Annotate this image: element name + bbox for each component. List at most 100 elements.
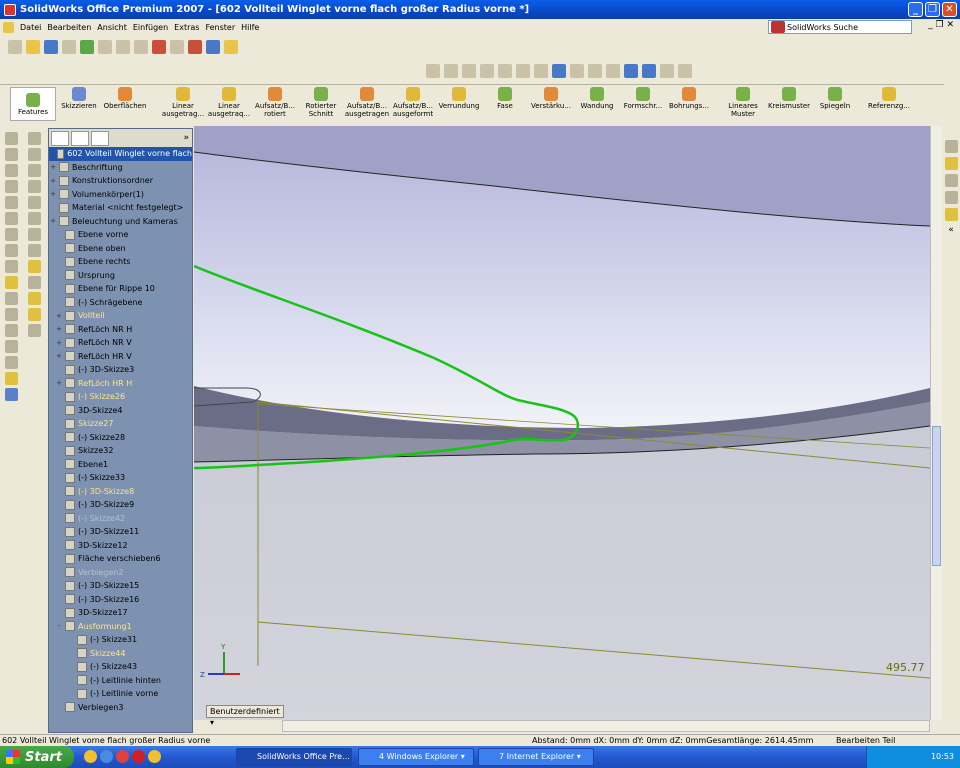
tree-item[interactable]: Material <nicht festgelegt> bbox=[49, 201, 192, 215]
section-view-icon[interactable] bbox=[660, 64, 674, 78]
zoom-fit-icon[interactable] bbox=[426, 64, 440, 78]
close-button[interactable]: ✕ bbox=[942, 2, 957, 17]
hidden-lines-visible-icon[interactable] bbox=[588, 64, 602, 78]
tool-chamfer[interactable]: Fase bbox=[482, 87, 528, 110]
tool-rib[interactable]: Verstärku... bbox=[528, 87, 574, 110]
tree-item[interactable]: + Volumenkörper(1) bbox=[49, 188, 192, 202]
hidden-lines-removed-icon[interactable] bbox=[606, 64, 620, 78]
tool-shell[interactable]: Wandung bbox=[574, 87, 620, 110]
instant3d-icon[interactable] bbox=[27, 324, 41, 337]
tab-features[interactable]: Features bbox=[10, 87, 56, 121]
tree-item[interactable]: + Beleuchtung und Kameras bbox=[49, 215, 192, 229]
graphics-area[interactable]: 495.77 Y Z bbox=[194, 126, 930, 720]
loft-small-icon[interactable] bbox=[27, 180, 41, 193]
redo-icon[interactable] bbox=[116, 40, 130, 54]
tree-item[interactable]: + RefLöch NR V bbox=[49, 336, 192, 350]
restore-button[interactable]: ❐ bbox=[925, 2, 940, 17]
collapse-pane-icon[interactable]: « bbox=[948, 225, 954, 235]
tree-item[interactable]: + Beschriftung bbox=[49, 161, 192, 175]
tool-fillet[interactable]: Verrundung bbox=[436, 87, 482, 110]
tool-linear-cut[interactable]: Linear ausgetraq... bbox=[206, 87, 252, 118]
roll-icon[interactable] bbox=[534, 64, 548, 78]
tree-item[interactable]: (-) Schrägebene bbox=[49, 296, 192, 310]
offset-icon[interactable] bbox=[4, 308, 18, 321]
tool-hole[interactable]: Bohrungs... bbox=[666, 87, 712, 110]
tree-item[interactable]: - Ausformung1 bbox=[49, 620, 192, 634]
expand-panel-icon[interactable]: » bbox=[183, 133, 189, 143]
tree-item[interactable]: Verbiegen3 bbox=[49, 701, 192, 715]
tree-expander-icon[interactable]: + bbox=[49, 177, 57, 185]
tree-item[interactable]: Ursprung bbox=[49, 269, 192, 283]
start-button[interactable]: Start bbox=[0, 746, 74, 768]
circle-icon[interactable] bbox=[4, 180, 18, 193]
tool-sweep[interactable]: Aufsatz/B... ausgetragen bbox=[344, 87, 390, 118]
tree-item[interactable]: + Konstruktionsordner bbox=[49, 174, 192, 188]
revolve-small-icon[interactable] bbox=[27, 148, 41, 161]
tree-item[interactable]: 3D-Skizze12 bbox=[49, 539, 192, 553]
clock[interactable]: 10:53 bbox=[931, 752, 954, 761]
featuremanager-tab-icon[interactable] bbox=[51, 130, 69, 146]
tool-revolve[interactable]: Aufsatz/B... rotiert bbox=[252, 87, 298, 118]
tree-item[interactable]: (-) 3D-Skizze3 bbox=[49, 363, 192, 377]
tree-expander-icon[interactable]: + bbox=[55, 379, 63, 387]
tree-expander-icon[interactable]: + bbox=[55, 339, 63, 347]
view-palette-icon[interactable] bbox=[944, 208, 958, 221]
menu-fenster[interactable]: Fenster bbox=[202, 23, 238, 32]
tree-item[interactable]: (-) Skizze43 bbox=[49, 660, 192, 674]
point-icon[interactable] bbox=[4, 228, 18, 241]
solidworks-search[interactable]: SolidWorks Suche bbox=[768, 20, 912, 34]
select-icon[interactable] bbox=[134, 40, 148, 54]
tree-item[interactable]: (-) 3D-Skizze16 bbox=[49, 593, 192, 607]
color-icon[interactable] bbox=[4, 388, 18, 401]
part-icon[interactable] bbox=[188, 40, 202, 54]
tree-expander-icon[interactable]: + bbox=[49, 163, 57, 171]
horizontal-scrollbar[interactable] bbox=[282, 720, 930, 732]
file-explorer-icon[interactable] bbox=[944, 174, 958, 187]
tree-item[interactable]: + RefLöch HR H bbox=[49, 377, 192, 391]
tree-expander-icon[interactable]: + bbox=[49, 217, 57, 225]
menu-hilfe[interactable]: Hilfe bbox=[238, 23, 262, 32]
task-internet-explorer[interactable]: 7 Internet Explorer ▾ bbox=[478, 748, 594, 766]
tree-item[interactable]: Fläche verschieben6 bbox=[49, 552, 192, 566]
pan-icon[interactable] bbox=[516, 64, 530, 78]
spline-icon[interactable] bbox=[4, 212, 18, 225]
tree-item[interactable]: 602 Vollteil Winglet vorne flach bbox=[49, 147, 192, 161]
properties-icon[interactable] bbox=[170, 40, 184, 54]
tree-expander-icon[interactable]: + bbox=[55, 325, 63, 333]
rectangle-icon[interactable] bbox=[4, 164, 18, 177]
quicklaunch-ie-icon[interactable] bbox=[84, 750, 97, 763]
doc-window-buttons[interactable]: _ ❐ ✕ bbox=[928, 20, 954, 30]
tree-item[interactable]: Ebene vorne bbox=[49, 228, 192, 242]
menu-extras[interactable]: Extras bbox=[171, 23, 202, 32]
convert-entities-icon[interactable] bbox=[4, 340, 18, 353]
search-pane-icon[interactable] bbox=[944, 191, 958, 204]
quicklaunch-folder-icon[interactable] bbox=[148, 750, 161, 763]
tree-item[interactable]: Verbiegen2 bbox=[49, 566, 192, 580]
tree-item[interactable]: 3D-Skizze17 bbox=[49, 606, 192, 620]
new-icon[interactable] bbox=[8, 40, 22, 54]
shaded-icon[interactable] bbox=[642, 64, 656, 78]
tree-expander-icon[interactable]: - bbox=[55, 622, 63, 630]
quicklaunch-app-icon[interactable] bbox=[116, 750, 129, 763]
tab-oberflaechen[interactable]: Oberflächen bbox=[102, 87, 148, 110]
boss-icon[interactable] bbox=[27, 308, 41, 321]
tool-linear-extrude[interactable]: Linear ausgetrag... bbox=[160, 87, 206, 118]
tool-loft[interactable]: Aufsatz/B... ausgeformt bbox=[390, 87, 436, 118]
box-icon[interactable] bbox=[27, 292, 41, 305]
tool-linear-pattern[interactable]: Lineares Muster bbox=[720, 87, 766, 118]
zoom-area-icon[interactable] bbox=[444, 64, 458, 78]
tree-item[interactable]: Ebene rechts bbox=[49, 255, 192, 269]
relation-icon[interactable] bbox=[4, 292, 18, 305]
quicklaunch-solidworks-icon[interactable] bbox=[132, 750, 145, 763]
tree-expander-icon[interactable]: + bbox=[55, 352, 63, 360]
sketch-tool-icon[interactable] bbox=[4, 132, 18, 145]
move-icon[interactable] bbox=[27, 276, 41, 289]
tool-circular-pattern[interactable]: Kreismuster bbox=[766, 87, 812, 110]
sweep-small-icon[interactable] bbox=[27, 164, 41, 177]
tree-item[interactable]: 3D-Skizze4 bbox=[49, 404, 192, 418]
tree-expander-icon[interactable]: + bbox=[55, 312, 63, 320]
tree-item[interactable]: (-) Leitlinie hinten bbox=[49, 674, 192, 688]
save-icon[interactable] bbox=[44, 40, 58, 54]
open-icon[interactable] bbox=[26, 40, 40, 54]
tree-item[interactable]: (-) Skizze42 bbox=[49, 512, 192, 526]
